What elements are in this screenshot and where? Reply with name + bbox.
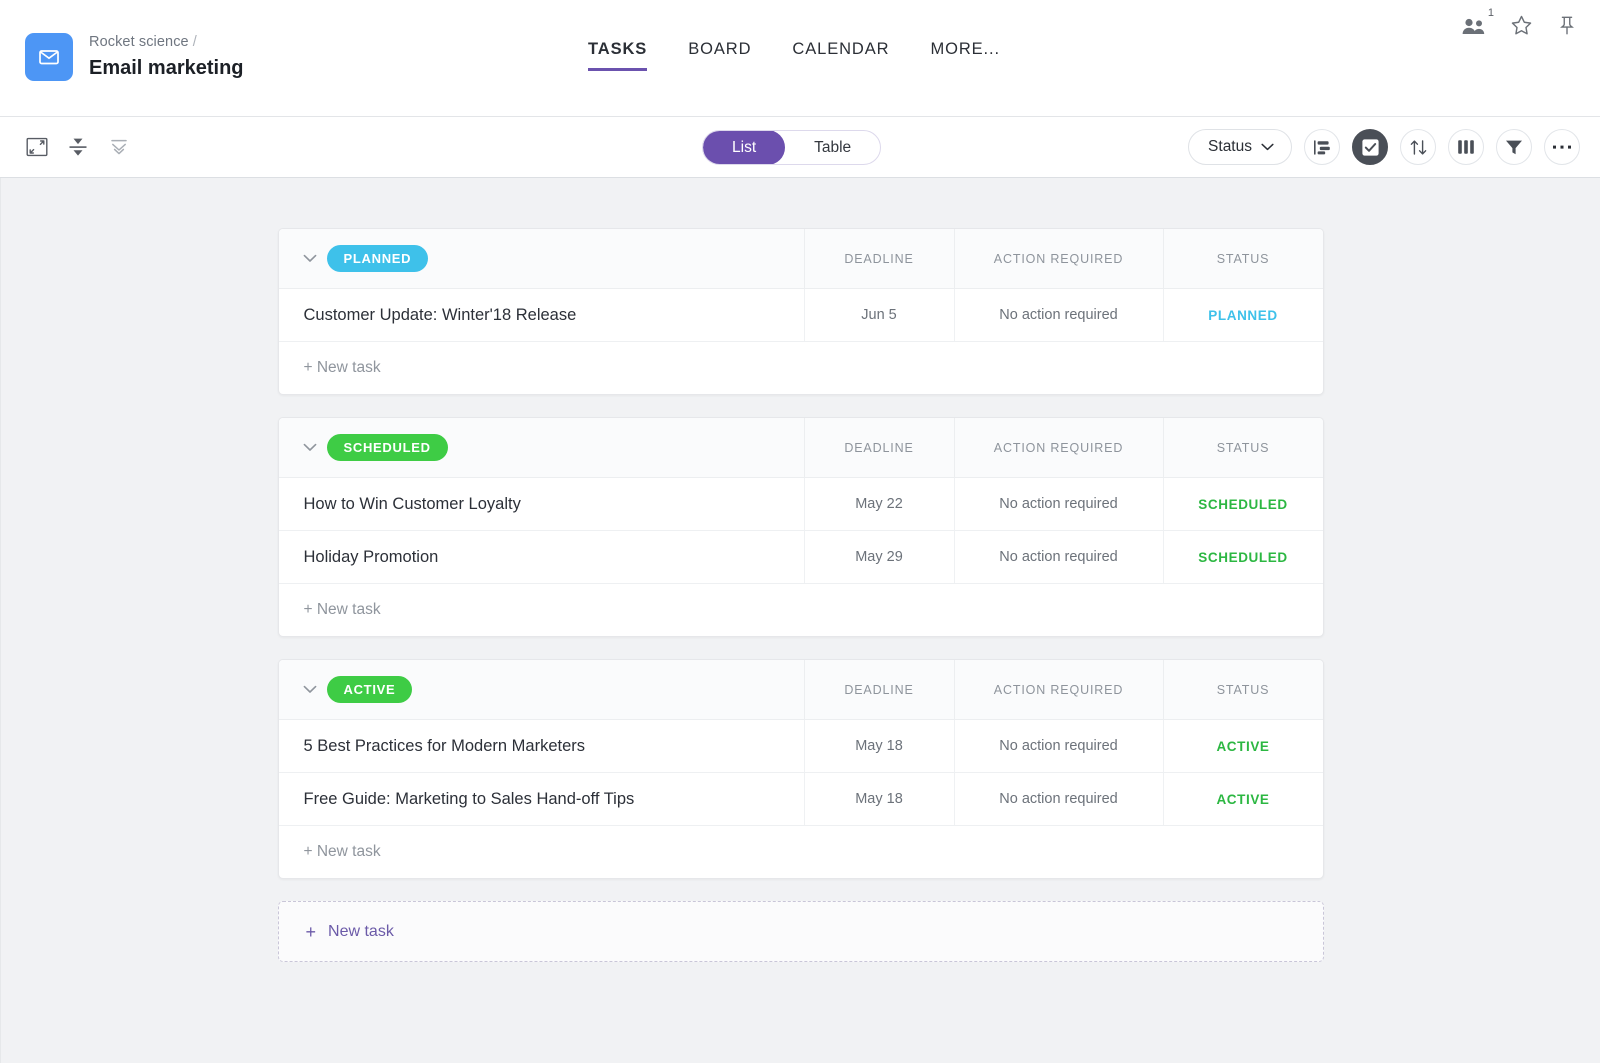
column-header-status: STATUS <box>1216 251 1270 266</box>
column-header-deadline: DEADLINE <box>805 229 955 288</box>
group-header: ACTIVE DEADLINE ACTION REQUIRED STATUS <box>278 660 1323 720</box>
task-action-required: No action required <box>955 478 1164 530</box>
view-mode-table[interactable]: Table <box>785 131 880 164</box>
table-row[interactable]: 5 Best Practices for Modern Marketers Ma… <box>278 720 1323 773</box>
envelope-icon <box>25 33 73 81</box>
group-status-badge[interactable]: PLANNED <box>326 245 429 272</box>
chevron-down-icon[interactable] <box>303 254 317 263</box>
group-new-task-button[interactable]: + New task <box>279 342 1323 394</box>
task-group-planned: PLANNED DEADLINE ACTION REQUIRED STATUS … <box>277 228 1324 395</box>
task-action-required: No action required <box>955 531 1164 583</box>
chevron-down-icon <box>1261 138 1274 156</box>
new-task-button[interactable]: + New task <box>277 901 1324 962</box>
task-action-required: No action required <box>955 289 1164 341</box>
sort-icon[interactable] <box>1400 129 1436 165</box>
page-title: Email marketing <box>89 56 244 79</box>
view-mode-list[interactable]: List <box>703 131 786 164</box>
task-title[interactable]: Customer Update: Winter'18 Release <box>279 289 805 341</box>
group-new-task-button[interactable]: + New task <box>279 826 1323 878</box>
expand-fullscreen-icon[interactable] <box>26 137 48 157</box>
brand-block: Rocket science / Email marketing <box>0 0 244 81</box>
status-badge: SCHEDULED <box>1198 496 1288 512</box>
task-groups-container: PLANNED DEADLINE ACTION REQUIRED STATUS … <box>277 178 1324 962</box>
toolbar-right-group: Status <box>1188 129 1580 165</box>
table-row[interactable]: How to Win Customer Loyalty May 22 No ac… <box>278 478 1323 531</box>
group-status-badge[interactable]: SCHEDULED <box>326 434 448 461</box>
group-status-badge[interactable]: ACTIVE <box>326 676 413 703</box>
task-group-scheduled: SCHEDULED DEADLINE ACTION REQUIRED STATU… <box>277 417 1324 637</box>
table-row[interactable]: Customer Update: Winter'18 Release Jun 5… <box>278 289 1323 342</box>
status-filter-dropdown[interactable]: Status <box>1188 129 1292 165</box>
group-header: PLANNED DEADLINE ACTION REQUIRED STATUS <box>278 229 1323 289</box>
column-header-status: STATUS <box>1216 440 1270 455</box>
column-header-action-required: ACTION REQUIRED <box>955 660 1164 719</box>
task-title[interactable]: Free Guide: Marketing to Sales Hand-off … <box>279 773 805 825</box>
task-deadline: May 18 <box>805 773 955 825</box>
star-icon[interactable] <box>1510 14 1533 37</box>
filter-icon[interactable] <box>1496 129 1532 165</box>
tab-calendar[interactable]: CALENDAR <box>792 40 889 71</box>
tab-tasks[interactable]: TASKS <box>588 40 648 71</box>
column-header-deadline: DEADLINE <box>805 418 955 477</box>
column-header-action-required: ACTION REQUIRED <box>955 229 1164 288</box>
task-deadline: May 18 <box>805 720 955 772</box>
gantt-icon[interactable] <box>1304 129 1340 165</box>
app-header: Rocket science / Email marketing TASKS BO… <box>0 0 1600 117</box>
table-row[interactable]: Holiday Promotion May 29 No action requi… <box>278 531 1323 584</box>
task-title[interactable]: How to Win Customer Loyalty <box>279 478 805 530</box>
breadcrumb-separator: / <box>192 34 197 51</box>
app-root: Rocket science / Email marketing TASKS BO… <box>0 0 1600 1063</box>
status-badge: ACTIVE <box>1216 738 1270 754</box>
checkbox-checked-icon[interactable] <box>1352 129 1388 165</box>
status-badge: PLANNED <box>1208 307 1278 323</box>
table-row[interactable]: Free Guide: Marketing to Sales Hand-off … <box>278 773 1323 826</box>
task-action-required: No action required <box>955 720 1164 772</box>
columns-icon[interactable] <box>1448 129 1484 165</box>
new-task-label: New task <box>328 922 394 940</box>
task-action-required: No action required <box>955 773 1164 825</box>
view-mode-toggle: List Table <box>702 130 882 165</box>
header-actions: 1 <box>1461 7 1578 37</box>
chevron-down-icon[interactable] <box>303 685 317 694</box>
pin-icon[interactable] <box>1556 14 1578 37</box>
group-new-task-button[interactable]: + New task <box>279 584 1323 636</box>
status-badge: ACTIVE <box>1216 791 1270 807</box>
column-header-action-required: ACTION REQUIRED <box>955 418 1164 477</box>
collapse-vertical-icon[interactable] <box>67 136 89 158</box>
plus-icon: + <box>305 921 317 942</box>
task-list-body: PLANNED DEADLINE ACTION REQUIRED STATUS … <box>0 178 1600 1063</box>
chevron-down-icon[interactable] <box>303 443 317 452</box>
tab-board[interactable]: BOARD <box>688 40 751 71</box>
group-header: SCHEDULED DEADLINE ACTION REQUIRED STATU… <box>278 418 1323 478</box>
task-group-active: ACTIVE DEADLINE ACTION REQUIRED STATUS 5… <box>277 659 1324 879</box>
breadcrumb-parent[interactable]: Rocket science <box>89 34 189 50</box>
task-deadline: May 29 <box>805 531 955 583</box>
status-filter-label: Status <box>1208 138 1252 155</box>
task-title[interactable]: Holiday Promotion <box>279 531 805 583</box>
status-badge: SCHEDULED <box>1198 549 1288 565</box>
column-header-deadline: DEADLINE <box>805 660 955 719</box>
task-deadline: May 22 <box>805 478 955 530</box>
breadcrumb[interactable]: Rocket science / <box>89 33 244 51</box>
collapse-all-icon[interactable] <box>108 136 130 158</box>
tab-more[interactable]: MORE... <box>930 40 1000 71</box>
view-toolbar: List Table Status <box>0 117 1600 178</box>
people-icon[interactable]: 1 <box>1461 7 1494 37</box>
column-header-status: STATUS <box>1216 682 1270 697</box>
more-horizontal-icon[interactable] <box>1544 129 1580 165</box>
task-deadline: Jun 5 <box>805 289 955 341</box>
toolbar-left-group <box>0 136 130 158</box>
task-title[interactable]: 5 Best Practices for Modern Marketers <box>279 720 805 772</box>
main-nav: TASKS BOARD CALENDAR MORE... <box>588 40 1000 71</box>
people-count-badge: 1 <box>1487 6 1494 19</box>
